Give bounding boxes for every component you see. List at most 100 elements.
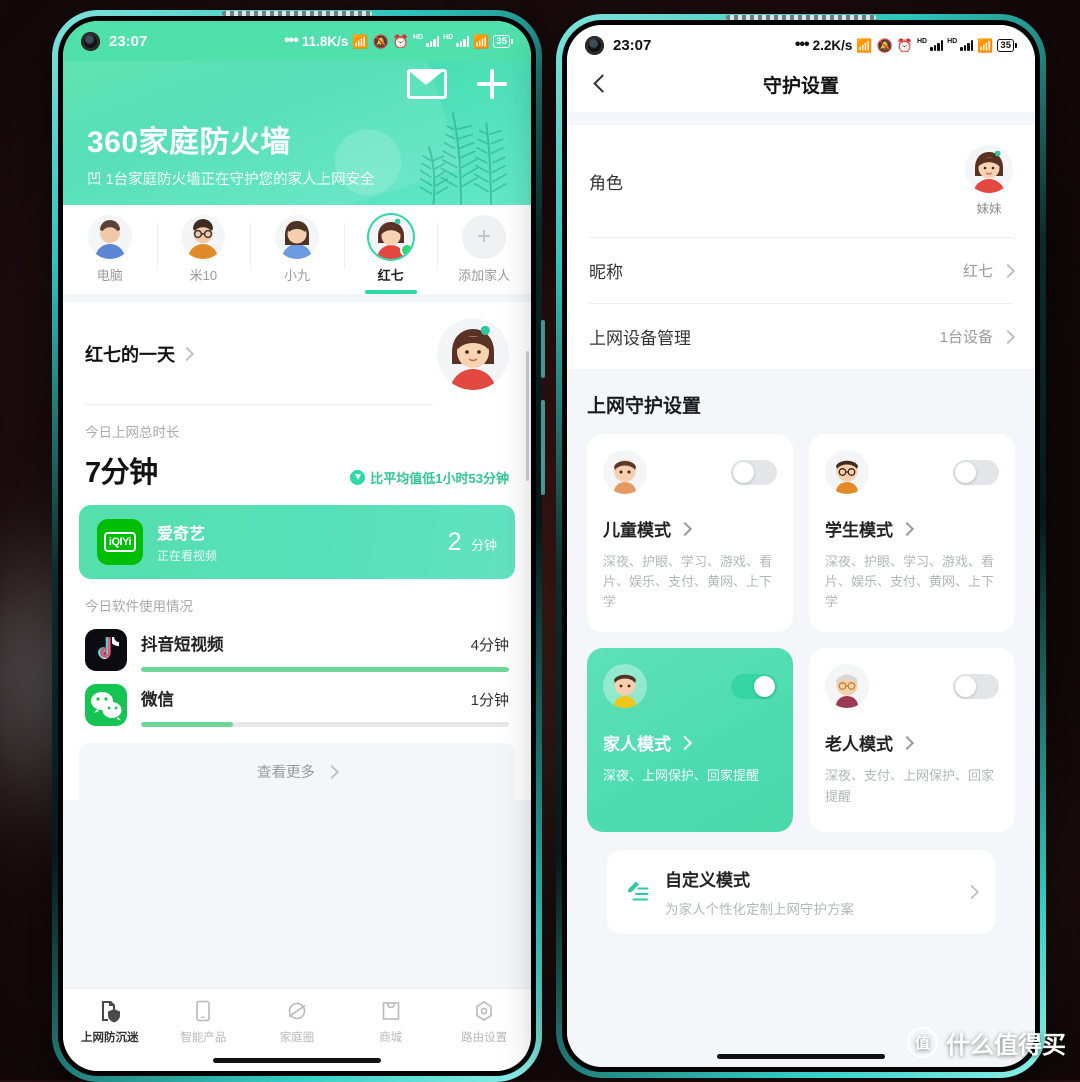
list-item[interactable]: 微信 1分钟 xyxy=(85,676,509,731)
nav-label: 家庭圈 xyxy=(279,1032,315,1044)
mode-card-child[interactable]: 儿童模式 深夜、护眼、学习、游戏、看片、娱乐、支付、黄网、上下学 xyxy=(587,434,793,633)
volume-up-button[interactable] xyxy=(541,320,545,378)
row-label: 上网设备管理 xyxy=(589,329,691,348)
toggle-child-mode[interactable] xyxy=(731,459,777,485)
battery-level: 35 xyxy=(493,34,510,48)
row-label: 昵称 xyxy=(589,263,623,282)
computer-man-avatar xyxy=(87,215,132,259)
nav-item-anti-addiction[interactable]: 上网防沉迷 xyxy=(63,999,157,1045)
row-nickname[interactable]: 昵称 红七 xyxy=(589,237,1016,303)
elderly-avatar xyxy=(825,664,869,709)
app-time: 1分钟 xyxy=(470,692,509,709)
front-camera-punch-hole xyxy=(81,31,100,51)
app-name: 抖音短视频 xyxy=(141,636,224,654)
nav-label: 商城 xyxy=(379,1032,403,1044)
app-usage-section: 今日软件使用情况 抖音短视频 4分钟 微信 1分钟 xyxy=(63,579,531,731)
child-avatar xyxy=(603,450,647,494)
usage-progress-bar xyxy=(141,722,509,727)
mode-card-family[interactable]: 家人模式 深夜、上网保护、回家提醒 xyxy=(587,648,793,833)
usage-heading: 今日软件使用情况 xyxy=(85,599,193,614)
app-name: 微信 xyxy=(141,691,174,709)
mode-card-elderly[interactable]: 老人模式 深夜、支付、上网保护、回家提醒 xyxy=(809,648,1015,833)
sidebar-item-hongqi[interactable]: 红七 xyxy=(343,215,438,294)
usage-progress-bar xyxy=(141,667,509,672)
iqiyi-icon: iQIYi xyxy=(97,519,143,565)
row-value: 红七 xyxy=(962,263,993,280)
shield-doc-icon xyxy=(101,1001,120,1023)
mode-name: 学生模式 xyxy=(825,521,893,540)
bluetooth-icon: 📶 xyxy=(352,33,369,49)
day-title-button[interactable]: 红七的一天 xyxy=(85,341,195,367)
arrow-down-icon xyxy=(350,470,366,485)
row-role[interactable]: 角色 妹妹 xyxy=(589,125,1013,237)
custom-mode-row[interactable]: 自定义模式 为家人个性化定制上网守护方案 xyxy=(607,850,995,935)
chevron-right-icon xyxy=(1000,329,1016,344)
mode-name: 家人模式 xyxy=(603,735,671,755)
list-item[interactable]: 抖音短视频 4分钟 xyxy=(85,621,509,676)
add-family-member-button[interactable]: + 添加家人 xyxy=(437,215,531,294)
now-playing-card[interactable]: iQIYi 爱奇艺 正在看视频 2 分钟 xyxy=(79,505,515,579)
more-dots-icon: ••• xyxy=(284,32,299,49)
now-playing-unit: 分钟 xyxy=(470,537,497,553)
toggle-student-mode[interactable] xyxy=(953,459,999,485)
nav-item-router-settings[interactable]: 路由设置 xyxy=(437,999,531,1045)
iqiyi-icon-text: iQIYi xyxy=(103,532,137,552)
wifi6-icon: 📶 xyxy=(977,37,994,53)
earpiece-speaker xyxy=(726,15,876,20)
tab-label: 小九 xyxy=(283,268,310,283)
status-time: 23:07 xyxy=(109,32,148,50)
earpiece-speaker xyxy=(222,11,372,16)
section-divider xyxy=(567,112,1035,125)
total-time-value: 7分钟 xyxy=(85,457,158,489)
home-indicator[interactable] xyxy=(63,1049,531,1071)
chevron-right-icon xyxy=(899,521,915,536)
watermark: 值 什么值得买 xyxy=(907,1025,1066,1060)
profile-info-list: 角色 妹妹 昵称 红七 上网设备管理 1台设备 xyxy=(567,125,1035,369)
mode-card-student[interactable]: 学生模式 深夜、护眼、学习、游戏、看片、娱乐、支付、黄网、上下学 xyxy=(809,434,1015,633)
tab-label: 添加家人 xyxy=(458,268,511,283)
left-status-bar: 23:07 ••• 11.8K/s 📶 🔕 ⏰ HD HD 📶 35 xyxy=(63,21,531,61)
glasses-boy-avatar xyxy=(181,215,226,259)
mode-name: 老人模式 xyxy=(825,735,893,755)
sidebar-item-computer[interactable]: 电脑 xyxy=(63,215,157,294)
front-camera-punch-hole xyxy=(585,35,604,55)
nav-item-shop[interactable]: 商城 xyxy=(344,999,438,1045)
view-more-label: 查看更多 xyxy=(256,765,315,781)
watermark-text: 什么值得买 xyxy=(946,1032,1066,1059)
mode-card-grid: 儿童模式 深夜、护眼、学习、游戏、看片、娱乐、支付、黄网、上下学 学生模式 深夜… xyxy=(587,434,1015,833)
scrollbar[interactable] xyxy=(526,351,529,481)
sidebar-item-mi10[interactable]: 米10 xyxy=(156,215,251,294)
right-screen: 23:07 ••• 2.2K/s 📶 🔕 ⏰ HD HD 📶 35 守护设置 角… xyxy=(567,25,1035,1067)
hero-subtitle: 凹 1台家庭防火墙正在守护您的家人上网安全 xyxy=(63,161,531,189)
toggle-elderly-mode[interactable] xyxy=(953,673,999,699)
role-value: 妹妹 xyxy=(976,202,1002,216)
day-summary-card: 红七的一天 今日上网总时长 7分钟 比平均值低1小时53分钟 xyxy=(63,302,531,505)
page-header: 守护设置 xyxy=(567,65,1035,112)
mail-icon[interactable] xyxy=(407,69,447,99)
chevron-right-icon xyxy=(1000,263,1016,278)
nav-item-smart-products[interactable]: 智能产品 xyxy=(157,999,251,1045)
volume-down-button[interactable] xyxy=(541,400,545,495)
hd-label-2: HD xyxy=(443,33,454,41)
status-time: 23:07 xyxy=(613,36,652,54)
view-more-button[interactable]: 查看更多 xyxy=(79,743,515,800)
left-phone-frame: 23:07 ••• 11.8K/s 📶 🔕 ⏰ HD HD 📶 35 360家庭… xyxy=(52,10,545,1082)
mode-description: 深夜、上网保护、回家提醒 xyxy=(603,768,760,784)
active-tab-underline xyxy=(364,290,417,294)
battery-level: 35 xyxy=(997,38,1014,52)
hd-label-2: HD xyxy=(947,37,958,45)
family-member-tabs: 电脑 米10 小九 红七 + 添加家人 xyxy=(63,205,531,294)
battery-icon: 35 xyxy=(997,38,1017,52)
add-plus-icon[interactable] xyxy=(477,69,507,99)
bottom-navigation: 上网防沉迷 智能产品 家庭圈 商城 路由设置 xyxy=(63,988,531,1049)
phone-icon xyxy=(196,1000,211,1022)
mode-description: 深夜、护眼、学习、游戏、看片、娱乐、支付、黄网、上下学 xyxy=(603,554,773,610)
row-device-management[interactable]: 上网设备管理 1台设备 xyxy=(589,303,1016,369)
watermark-badge: 值 xyxy=(907,1027,938,1058)
mode-description: 深夜、支付、上网保护、回家提醒 xyxy=(825,768,995,804)
sidebar-item-xiaojiu[interactable]: 小九 xyxy=(250,215,344,294)
back-arrow-icon[interactable] xyxy=(587,72,613,98)
nav-item-family-circle[interactable]: 家庭圈 xyxy=(250,999,344,1045)
guard-settings-section: 上网守护设置 儿童模式 深夜、护眼、学习、游戏、看片、娱乐、支付、黄网、上下学 … xyxy=(567,369,1035,1045)
toggle-family-mode[interactable] xyxy=(731,673,777,699)
